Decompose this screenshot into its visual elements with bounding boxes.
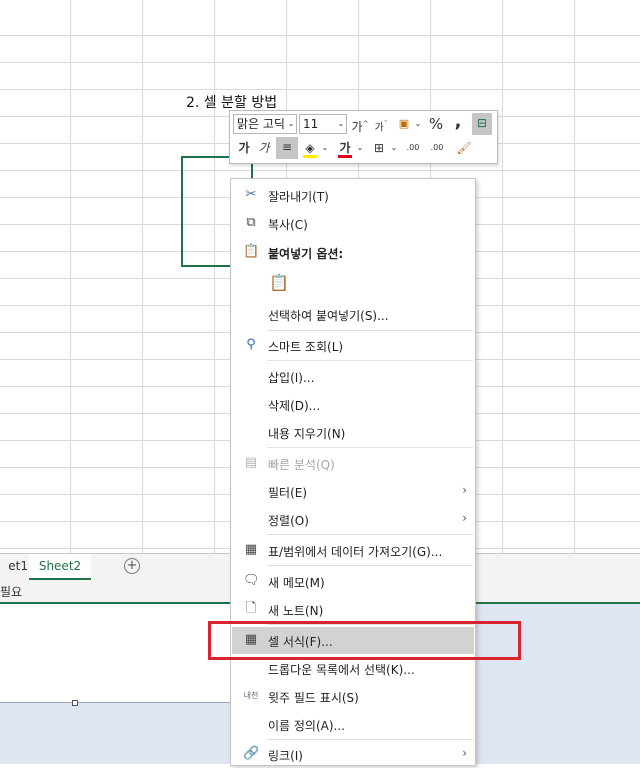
align-center-icon[interactable]: ≡: [276, 137, 298, 159]
chevron-down-icon[interactable]: ⌄: [321, 138, 329, 158]
decrease-font-icon[interactable]: 가ˇ: [371, 114, 391, 138]
menu-separator: [267, 739, 473, 740]
link-icon: 🔗: [243, 746, 260, 761]
merge-center-icon[interactable]: ⊟: [472, 113, 492, 135]
quick-analysis-icon: ▤: [244, 455, 258, 470]
menu-item-label: 복사(C): [268, 218, 308, 232]
menu-item-label: 빠른 분석(Q): [268, 458, 335, 472]
menu-separator: [267, 447, 473, 448]
menu-item-paste-options: 📋 붙여넣기 옵션:: [231, 239, 475, 266]
menu-item-smart-lookup[interactable]: ⚲ 스마트 조회(L): [231, 332, 475, 359]
menu-item-define-name[interactable]: 이름 정의(A)...: [231, 711, 475, 738]
bold-icon[interactable]: 가: [235, 138, 253, 158]
status-text: 필요: [0, 585, 23, 599]
table-icon: ▦: [244, 542, 258, 557]
menu-item-label: 삭제(D)...: [268, 399, 321, 413]
percent-icon[interactable]: %: [426, 114, 446, 134]
menu-item-label: 잘라내기(T): [268, 190, 329, 204]
menu-item-label: 새 메모(M): [268, 576, 325, 590]
fill-color-icon[interactable]: ◈: [301, 138, 319, 158]
cell-text: 2. 셀 분할 방법: [186, 95, 278, 111]
menu-item-label: 필터(E): [268, 486, 308, 500]
sheet-tab-1[interactable]: et1: [0, 554, 31, 578]
menu-separator: [267, 565, 473, 566]
menu-item-new-comment[interactable]: 🗨 새 메모(M): [231, 568, 475, 595]
font-name-value: 맑은 고딕: [237, 117, 285, 131]
menu-item-label: 내용 지우기(N): [268, 427, 346, 441]
new-comment-icon: 🗨: [243, 573, 260, 588]
chevron-down-icon[interactable]: ⌄: [286, 114, 296, 134]
menu-item-get-data[interactable]: ▦ 표/범위에서 데이터 가져오기(G)...: [231, 537, 475, 564]
menu-item-label: 윗주 필드 표시(S): [268, 691, 359, 705]
menu-item-sort[interactable]: 정렬(O) ›: [231, 506, 475, 533]
chevron-down-icon[interactable]: ⌄: [356, 138, 364, 158]
search-icon: ⚲: [246, 337, 256, 352]
menu-item-label: 드롭다운 목록에서 선택(K)...: [268, 663, 415, 677]
chevron-down-icon[interactable]: ⌄: [390, 138, 398, 158]
menu-item-clear-contents[interactable]: 내용 지우기(N): [231, 419, 475, 446]
menu-item-label: 선택하여 붙여넣기(S)...: [268, 309, 389, 323]
embedded-object[interactable]: [0, 604, 232, 703]
copy-icon: ⧉: [246, 215, 256, 230]
new-note-icon: 🗋: [245, 601, 257, 616]
menu-separator: [267, 360, 473, 361]
highlight-annotation-box: [208, 621, 521, 660]
menu-item-delete[interactable]: 삭제(D)...: [231, 391, 475, 418]
menu-item-insert[interactable]: 삽입(I)...: [231, 363, 475, 390]
menu-separator: [267, 330, 473, 331]
accounting-format-icon[interactable]: ▣: [394, 114, 414, 134]
font-color-icon[interactable]: 가: [336, 138, 354, 158]
menu-item-new-note[interactable]: 🗋 새 노트(N): [231, 596, 475, 623]
format-painter-icon[interactable]: 🖌: [454, 138, 474, 158]
chevron-down-icon[interactable]: ⌄: [414, 114, 422, 134]
menu-item-label: 붙여넣기 옵션:: [268, 247, 344, 261]
menu-item-quick-analysis: ▤ 빠른 분석(Q): [231, 450, 475, 477]
borders-icon[interactable]: ⊞: [370, 138, 388, 158]
menu-item-filter[interactable]: 필터(E) ›: [231, 478, 475, 505]
mini-toolbar: 맑은 고딕 ⌄ 11 ⌄ 가^ 가ˇ ▣ ⌄ % , ⊟ 가 가 ≡ ◈ ⌄ 가…: [229, 110, 498, 164]
menu-item-label: 이름 정의(A)...: [268, 719, 345, 733]
chevron-down-icon[interactable]: ⌄: [336, 114, 346, 134]
increase-decimal-icon[interactable]: .00: [402, 138, 424, 158]
sheet-tab-2[interactable]: Sheet2: [29, 554, 91, 580]
menu-item-label: 삽입(I)...: [268, 371, 315, 385]
comma-style-icon[interactable]: ,: [450, 112, 466, 132]
chevron-right-icon: ›: [462, 511, 467, 525]
italic-icon[interactable]: 가: [255, 138, 273, 158]
phonetic-icon: 내천: [243, 691, 259, 700]
scissors-icon: ✂: [245, 187, 257, 202]
chevron-right-icon: ›: [462, 746, 467, 760]
chevron-right-icon: ›: [462, 483, 467, 497]
menu-separator: [267, 534, 473, 535]
menu-item-label: 새 노트(N): [268, 604, 324, 618]
resize-handle[interactable]: [72, 700, 78, 706]
menu-item-label: 링크(I): [268, 749, 303, 763]
context-menu: ✂ 잘라내기(T) ⧉ 복사(C) 📋 붙여넣기 옵션: 📋 선택하여 붙여넣기…: [230, 178, 476, 766]
menu-item-label: 표/범위에서 데이터 가져오기(G)...: [268, 545, 443, 559]
paste-clipboard-icon: 📋: [269, 273, 289, 292]
increase-font-icon[interactable]: 가^: [350, 114, 370, 137]
decrease-decimal-icon[interactable]: .00: [426, 138, 448, 158]
menu-item-label: 스마트 조회(L): [268, 340, 344, 354]
font-size-value: 11: [303, 117, 319, 131]
menu-item-label: 정렬(O): [268, 514, 309, 528]
paste-option-button[interactable]: 📋: [231, 269, 475, 301]
menu-item-copy[interactable]: ⧉ 복사(C): [231, 210, 475, 237]
menu-item-phonetic[interactable]: 내천 윗주 필드 표시(S): [231, 683, 475, 710]
menu-item-paste-special[interactable]: 선택하여 붙여넣기(S)...: [231, 301, 475, 328]
menu-item-cut[interactable]: ✂ 잘라내기(T): [231, 182, 475, 209]
paste-icon: 📋: [243, 244, 260, 259]
add-sheet-icon[interactable]: +: [124, 558, 140, 574]
